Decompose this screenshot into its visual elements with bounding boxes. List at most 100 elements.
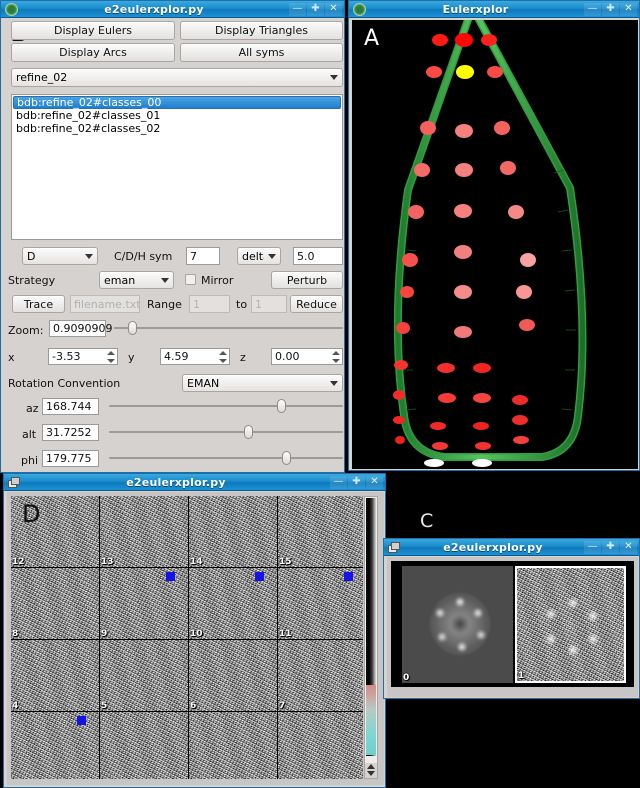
all-syms-button[interactable]: All syms (180, 43, 343, 62)
x-input[interactable]: -3.53 (48, 348, 118, 365)
list-item[interactable]: bdb:refine_02#classes_00 (13, 96, 341, 109)
az-input[interactable]: 168.744 (42, 398, 99, 415)
zoom-input[interactable]: 0.9090909 (49, 320, 113, 337)
selection-marker (166, 572, 175, 581)
minimize-icon[interactable]: — (584, 540, 601, 554)
refine-select[interactable]: refine_02 (11, 68, 343, 87)
slider-track (109, 405, 343, 407)
delta-select[interactable]: delta (237, 247, 281, 265)
slider-knob[interactable] (244, 425, 253, 439)
delta-select-value: delta (242, 249, 264, 263)
maximize-icon[interactable]: ✚ (307, 2, 324, 16)
grid-vertical-scrollbar[interactable] (364, 496, 378, 779)
grid-cell[interactable] (278, 712, 363, 779)
az-slider[interactable] (109, 399, 343, 413)
window-icon (351, 2, 367, 16)
grid-cell[interactable] (189, 712, 277, 779)
grid-cell[interactable]: 6 (189, 640, 277, 711)
close-icon[interactable]: ✕ (366, 475, 383, 489)
titlebar-class-average[interactable]: e2eulerxplor.py — ✚ ✕ (384, 539, 639, 556)
strategy-select[interactable]: eman (99, 271, 174, 289)
grid-cell[interactable]: 4 (11, 640, 99, 711)
window-class-average[interactable]: e2eulerxplor.py — ✚ ✕ 0 1 (383, 538, 640, 699)
window-class-grid[interactable]: e2eulerxplor.py — ✚ ✕ D 12 13 14 15 8 9 … (3, 473, 386, 788)
alt-input[interactable]: 31.7252 (42, 424, 99, 441)
cell-number: 8 (12, 629, 19, 639)
maximize-icon[interactable]: ✚ (602, 540, 619, 554)
chevron-up-icon (367, 764, 375, 769)
image-label: 0 (403, 673, 410, 683)
grid-cell[interactable]: 5 (100, 640, 188, 711)
slider-track (114, 327, 343, 329)
trace-button[interactable]: Trace (12, 295, 65, 313)
euler-markers (393, 33, 536, 467)
z-input[interactable]: 0.00 (271, 348, 343, 365)
grid-cell[interactable]: D 12 (11, 496, 99, 567)
grid-cell[interactable]: 10 (189, 568, 277, 639)
range-to-input[interactable]: 1 (251, 295, 287, 313)
grid-cell[interactable]: 14 (189, 496, 277, 567)
maximize-icon[interactable]: ✚ (348, 475, 365, 489)
selection-marker (344, 572, 353, 581)
minimize-icon[interactable]: — (330, 475, 347, 489)
range-from-input[interactable]: 1 (189, 295, 230, 313)
slider-knob[interactable] (282, 451, 291, 465)
grid-cell[interactable] (11, 712, 99, 779)
trace-filename-input[interactable]: filename.txt (70, 295, 141, 313)
maximize-icon[interactable]: ✚ (602, 2, 619, 16)
spinner-icon[interactable] (107, 350, 115, 363)
classes-listbox[interactable]: bdb:refine_02#classes_00 bdb:refine_02#c… (11, 94, 343, 240)
list-item[interactable]: bdb:refine_02#classes_01 (13, 109, 341, 122)
display-triangles-button[interactable]: Display Triangles (180, 21, 343, 40)
window-icon (3, 2, 19, 16)
mirror-checkbox[interactable] (185, 274, 196, 285)
grid-cell[interactable]: 15 (278, 496, 363, 567)
class-grid-canvas[interactable]: D 12 13 14 15 8 9 10 11 4 5 6 7 (11, 496, 363, 779)
reduce-button[interactable]: Reduce (290, 295, 343, 313)
grid-cell[interactable]: 8 (11, 568, 99, 639)
window-icon (386, 540, 402, 554)
minimize-icon[interactable]: — (584, 2, 601, 16)
grid-cell[interactable]: 11 (278, 568, 363, 639)
titlebar-eulerxplor-view[interactable]: Eulerxplor — ✚ ✕ (349, 1, 639, 18)
window-eulerxplor-view[interactable]: Eulerxplor — ✚ ✕ A (348, 0, 640, 471)
display-eulers-button[interactable]: Display Eulers (11, 21, 175, 40)
titlebar-class-grid[interactable]: e2eulerxplor.py — ✚ ✕ (4, 474, 385, 491)
close-icon[interactable]: ✕ (325, 2, 342, 16)
slider-knob[interactable] (128, 321, 137, 335)
phi-input[interactable]: 179.775 (42, 450, 99, 467)
class-average-image[interactable]: 0 (402, 566, 513, 683)
euler-3d-canvas[interactable]: A (352, 20, 638, 469)
grid-cell[interactable]: 9 (100, 568, 188, 639)
sym-order-input[interactable]: 7 (186, 247, 220, 265)
grid-cell[interactable]: 13 (100, 496, 188, 567)
display-arcs-button[interactable]: Display Arcs (11, 43, 175, 62)
zoom-slider[interactable] (114, 321, 343, 335)
scrollbar-down-arrow[interactable] (365, 763, 377, 778)
delta-input[interactable]: 5.0 (293, 247, 343, 265)
scrollbar-thumb[interactable] (366, 685, 376, 755)
mirror-label: Mirror (201, 273, 234, 287)
spinner-icon[interactable] (332, 350, 340, 363)
slider-track (109, 431, 343, 433)
cell-number: 10 (190, 629, 203, 639)
minimize-icon[interactable]: — (289, 2, 306, 16)
window-eulerxplor-controls[interactable]: e2eulerxplor.py — ✚ ✕ B Display Eulers D… (0, 0, 345, 473)
to-label: to (236, 297, 248, 311)
close-icon[interactable]: ✕ (620, 2, 637, 16)
spinner-icon[interactable] (219, 350, 227, 363)
sym-type-select[interactable]: D (22, 247, 98, 265)
phi-slider[interactable] (109, 451, 343, 465)
class-member-image[interactable]: 1 (515, 566, 626, 683)
rotation-convention-select[interactable]: EMAN (182, 374, 343, 392)
list-item[interactable]: bdb:refine_02#classes_02 (13, 122, 341, 135)
grid-cell[interactable] (100, 712, 188, 779)
perturb-button[interactable]: Perturb (271, 271, 343, 289)
grid-cell[interactable]: 7 (278, 640, 363, 711)
alt-slider[interactable] (109, 425, 343, 439)
slider-knob[interactable] (277, 399, 286, 413)
class-average-canvas[interactable]: 0 1 (391, 561, 634, 687)
y-input[interactable]: 4.59 (160, 348, 230, 365)
titlebar-controls[interactable]: e2eulerxplor.py — ✚ ✕ (1, 1, 344, 18)
close-icon[interactable]: ✕ (620, 540, 637, 554)
